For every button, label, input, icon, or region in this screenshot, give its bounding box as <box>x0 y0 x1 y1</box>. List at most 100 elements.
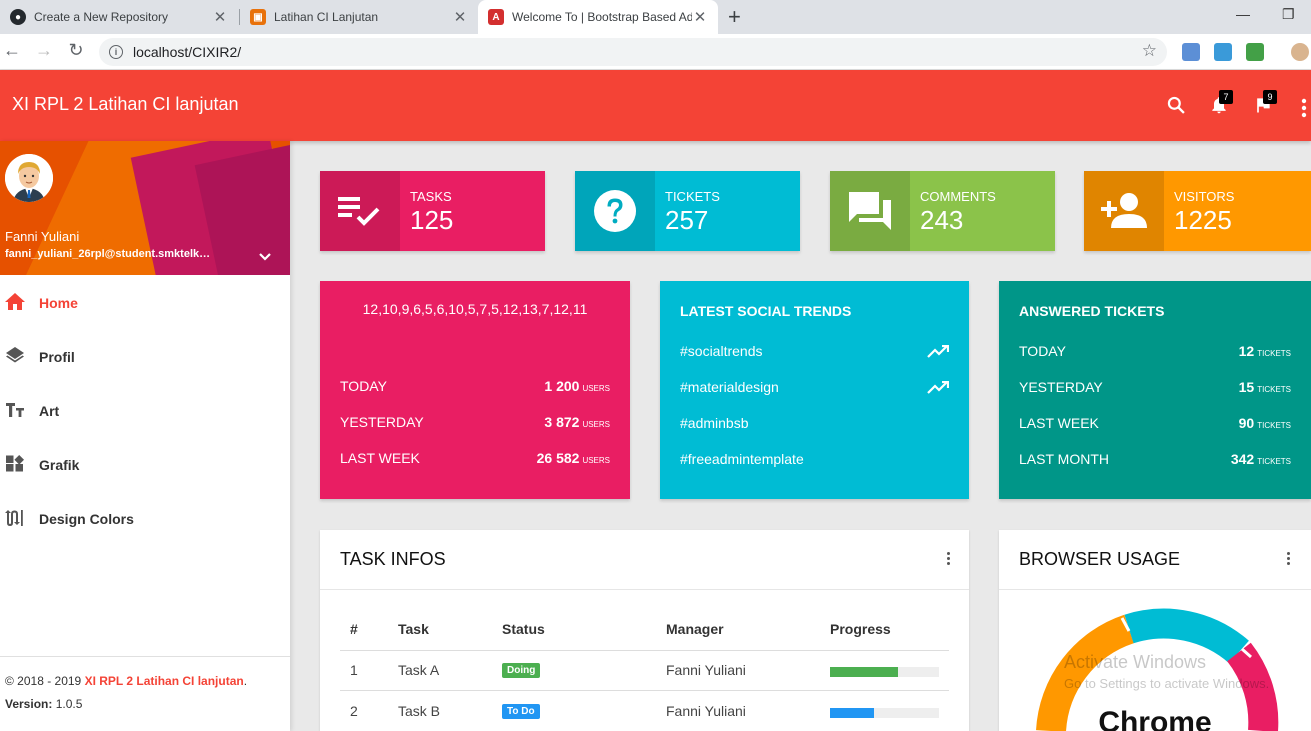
sparkline-values: 12,10,9,6,5,6,10,5,7,5,12,13,7,12,11 <box>362 301 588 317</box>
trend-item[interactable]: #materialdesign <box>680 379 949 399</box>
avatar[interactable] <box>5 154 53 202</box>
search-icon[interactable] <box>1166 95 1186 120</box>
more-vert-icon[interactable] <box>1301 98 1307 123</box>
browser-tab-bar: ● Create a New Repository ✕ ▣ Latihan CI… <box>0 0 1311 34</box>
user-info: Fanni Yuliani fanni_yuliani_26rpl@studen… <box>0 141 290 275</box>
home-extension-icon[interactable] <box>1214 43 1232 61</box>
sidebar-menu: Home Profil Art Grafik Design Colors <box>0 275 290 545</box>
infobox-comments[interactable]: COMMENTS 243 <box>830 171 1055 251</box>
sidebar-item-home[interactable]: Home <box>0 275 290 329</box>
trend-item[interactable]: #socialtrends <box>680 343 949 363</box>
trend-item[interactable]: #adminbsb <box>680 415 949 435</box>
infobox-number: 1225 <box>1174 205 1232 235</box>
clip-extension-icon[interactable] <box>1246 43 1264 61</box>
card-title: ANSWERED TICKETS <box>1019 303 1165 319</box>
layers-icon <box>6 347 24 363</box>
stat-row: YESTERDAY 15 TICKETS <box>1019 379 1291 395</box>
sidebar-item-design-colors[interactable]: Design Colors <box>0 491 290 545</box>
angular-icon: A <box>488 9 504 25</box>
reload-icon[interactable]: ↻ <box>64 40 88 61</box>
answered-tickets-card: ANSWERED TICKETS TODAY 12 TICKETS YESTERDA… <box>999 281 1311 499</box>
browser-tab-github[interactable]: ● Create a New Repository ✕ <box>0 0 238 34</box>
browser-usage-panel: BROWSER USAGE Chrome <box>999 530 1311 731</box>
infobox-number: 243 <box>920 205 964 235</box>
sidebar-item-art[interactable]: Art <box>0 383 290 437</box>
trending-up-icon <box>927 381 949 394</box>
forum-icon <box>830 171 910 251</box>
donut-chart[interactable] <box>999 530 1311 731</box>
sidebar-item-label: Profil <box>39 349 75 365</box>
url-text: localhost/CIXIR2/ <box>133 44 242 60</box>
browser-tab-latihan[interactable]: ▣ Latihan CI Lanjutan ✕ <box>240 0 478 34</box>
minimize-icon[interactable]: — <box>1236 6 1250 22</box>
bookmark-star-icon[interactable]: ☆ <box>1142 41 1157 61</box>
notification-count-badge: 7 <box>1219 90 1233 104</box>
url-input[interactable]: i localhost/CIXIR2/ ☆ <box>99 38 1167 66</box>
infobox-tickets[interactable]: TICKETS 257 <box>575 171 800 251</box>
user-name[interactable]: Fanni Yuliani <box>5 229 79 244</box>
address-bar: ← → ↻ i localhost/CIXIR2/ ☆ <box>0 34 1311 70</box>
chevron-down-icon[interactable] <box>258 249 272 267</box>
table-header: Task <box>398 621 429 637</box>
social-trends-card: LATEST SOCIAL TRENDS #socialtrends #mate… <box>660 281 969 499</box>
new-tab-button[interactable]: + <box>728 4 741 30</box>
stat-row: YESTERDAY 3 872 USERS <box>340 414 610 430</box>
extension-icon[interactable] <box>1182 43 1200 61</box>
infobox-tasks[interactable]: TASKS 125 <box>320 171 545 251</box>
help-icon <box>575 171 655 251</box>
maximize-icon[interactable]: ❐ <box>1282 6 1295 23</box>
copyright-line: © 2018 - 2019 XI RPL 2 Latihan CI lanjut… <box>5 674 248 688</box>
tab-title: Latihan CI Lanjutan <box>274 10 379 24</box>
flag-count-badge: 9 <box>1263 90 1277 104</box>
card-title: LATEST SOCIAL TRENDS <box>680 303 852 319</box>
site-icon: ▣ <box>250 9 266 25</box>
table-header: Status <box>502 621 545 637</box>
footer-brand-link[interactable]: XI RPL 2 Latihan CI lanjutan <box>85 674 244 688</box>
forward-icon[interactable]: → <box>32 40 56 61</box>
sidebar-item-grafik[interactable]: Grafik <box>0 437 290 491</box>
notifications-icon[interactable]: 7 <box>1209 90 1233 120</box>
sidebar-item-label: Art <box>39 403 60 419</box>
more-vert-icon[interactable] <box>947 552 951 567</box>
infobox-label: TASKS <box>410 189 452 204</box>
back-icon[interactable]: ← <box>0 40 24 61</box>
infobox-number: 257 <box>665 205 709 235</box>
trend-item[interactable]: #freeadmintemplate <box>680 451 949 471</box>
close-icon[interactable]: ✕ <box>692 8 708 26</box>
progress-bar <box>830 667 939 677</box>
stat-row: TODAY 1 200 USERS <box>340 378 610 394</box>
progress-fill <box>830 667 898 677</box>
widgets-icon <box>6 455 24 472</box>
infobox-visitors[interactable]: VISITORS 1225 <box>1084 171 1311 251</box>
infobox-label: COMMENTS <box>920 189 996 204</box>
sidebar-item-profil[interactable]: Profil <box>0 329 290 383</box>
close-icon[interactable]: ✕ <box>212 8 228 26</box>
profile-icon[interactable] <box>1291 43 1309 61</box>
panel-title: TASK INFOS <box>340 549 446 569</box>
donut-center-label: Chrome <box>1098 706 1212 731</box>
person-add-icon <box>1084 171 1164 251</box>
donut-segment-cyan <box>1124 608 1249 664</box>
tab-title: Welcome To | Bootstrap Based Ad <box>512 10 692 24</box>
table-header: Progress <box>830 621 891 637</box>
table-header: Manager <box>666 621 724 637</box>
close-icon[interactable]: ✕ <box>452 8 468 26</box>
flag-icon[interactable]: 9 <box>1253 90 1277 120</box>
swap-calls-icon <box>5 510 23 526</box>
browser-tab-welcome[interactable]: A Welcome To | Bootstrap Based Ad ✕ <box>478 0 718 34</box>
tab-title: Create a New Repository <box>34 10 169 24</box>
info-icon[interactable]: i <box>109 45 123 59</box>
task-infos-panel: TASK INFOS # Task Status Manager Progres… <box>320 530 969 731</box>
github-icon: ● <box>10 9 26 25</box>
user-email: fanni_yuliani_26rpl@student.smktelkom-ml… <box>5 248 215 260</box>
text-fields-icon <box>6 403 24 417</box>
sidebar: Fanni Yuliani fanni_yuliani_26rpl@studen… <box>0 141 290 731</box>
app-title[interactable]: XI RPL 2 Latihan CI lanjutan <box>12 94 238 115</box>
app-top-bar: XI RPL 2 Latihan CI lanjutan 7 9 <box>0 70 1311 141</box>
version-number: 1.0.5 <box>55 697 83 711</box>
stat-row: LAST MONTH 342 TICKETS <box>1019 451 1291 467</box>
progress-fill <box>830 708 874 718</box>
status-badge: To Do <box>502 704 540 719</box>
infobox-label: TICKETS <box>665 189 720 204</box>
table-header: # <box>350 621 358 637</box>
